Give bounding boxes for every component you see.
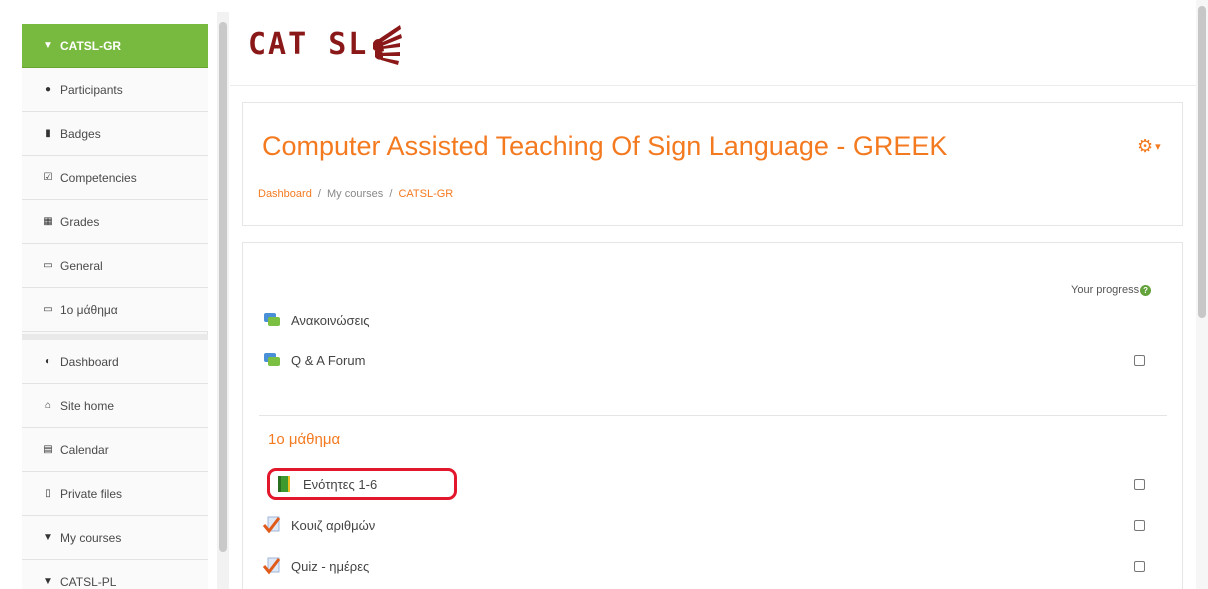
activity-days-quiz[interactable]: Quiz - ημέρες	[263, 554, 369, 578]
sidebar-item-label: CATSL-PL	[60, 574, 117, 589]
sidebar-item-label: Calendar	[60, 442, 109, 457]
graduation-cap-icon: ▼	[43, 532, 53, 543]
sidebar-item-lesson-1[interactable]: ▭ 1ο μάθημα	[22, 288, 208, 332]
checkbox-icon: ☑	[43, 172, 53, 183]
sidebar-item-label: CATSL-GR	[60, 38, 122, 53]
sidebar-item-label: Dashboard	[60, 354, 119, 369]
users-icon: ●	[44, 84, 52, 95]
sidebar-item-label: General	[60, 258, 103, 273]
sidebar-item-catsl-gr[interactable]: ▼ CATSL-GR	[22, 24, 208, 68]
file-icon: ▯	[45, 488, 51, 499]
dashboard-icon: ◐	[44, 356, 52, 367]
sidebar-item-calendar[interactable]: ▤ Calendar	[22, 428, 208, 472]
sidebar-item-label: Grades	[60, 214, 100, 229]
breadcrumb-my-courses[interactable]: My courses	[327, 188, 383, 200]
sidebar-item-label: Private files	[60, 486, 123, 501]
calendar-icon: ▤	[43, 444, 53, 455]
sidebar-item-label: Badges	[60, 126, 101, 141]
shield-icon: ▮	[45, 128, 51, 139]
section-divider	[259, 415, 1167, 416]
sidebar-item-label: Participants	[60, 82, 123, 97]
sidebar-item-my-courses[interactable]: ▼ My courses	[22, 516, 208, 560]
course-content: Your progress ? Ανακοινώσεις Q & A Forum…	[242, 242, 1183, 589]
sidebar-scrollbar-thumb[interactable]	[219, 22, 227, 552]
breadcrumb-dashboard[interactable]: Dashboard	[258, 188, 312, 200]
course-settings-menu[interactable]: ⚙ ▾	[1137, 137, 1161, 155]
sidebar-item-grades[interactable]: ▦ Grades	[22, 200, 208, 244]
sidebar-item-general[interactable]: ▭ General	[22, 244, 208, 288]
activity-label: Quiz - ημέρες	[291, 558, 370, 574]
highlight-annotation	[267, 468, 457, 500]
activity-label: Ανακοινώσεις	[291, 312, 370, 328]
page-scrollbar[interactable]	[1196, 0, 1208, 589]
completion-checkbox[interactable]	[1134, 561, 1145, 572]
hands-logo-icon	[373, 25, 403, 65]
folder-icon: ▭	[43, 260, 53, 271]
breadcrumb-separator: /	[317, 188, 321, 200]
table-icon: ▦	[43, 216, 53, 227]
sidebar-item-badges[interactable]: ▮ Badges	[22, 112, 208, 156]
completion-checkbox[interactable]	[1134, 355, 1145, 366]
sidebar-item-competencies[interactable]: ☑ Competencies	[22, 156, 208, 200]
site-header: CAT SL	[230, 0, 1196, 86]
sidebar-item-label: Competencies	[60, 170, 137, 185]
graduation-cap-icon: ▼	[43, 40, 53, 51]
activity-qa-forum[interactable]: Q & A Forum	[263, 348, 365, 372]
logo-text: CAT SL	[248, 26, 369, 62]
site-logo[interactable]: CAT SL	[248, 14, 404, 74]
home-icon: ⌂	[44, 400, 52, 411]
completion-checkbox[interactable]	[1134, 520, 1145, 531]
activity-label: Κουιζ αριθμών	[291, 517, 376, 533]
activity-numbers-quiz[interactable]: Κουιζ αριθμών	[263, 513, 375, 537]
progress-label: Your progress	[1071, 284, 1140, 296]
sidebar-scrollbar[interactable]	[217, 12, 229, 589]
sidebar-item-site-home[interactable]: ⌂ Site home	[22, 384, 208, 428]
sidebar-item-label: 1ο μάθημα	[60, 302, 118, 317]
graduation-cap-icon: ▼	[43, 576, 53, 587]
sidebar-nav: ▼ CATSL-GR ● Participants ▮ Badges ☑ Com…	[22, 24, 208, 589]
quiz-icon	[263, 516, 281, 534]
breadcrumb-course[interactable]: CATSL-GR	[398, 188, 453, 200]
sidebar-item-label: Site home	[60, 398, 115, 413]
breadcrumb: Dashboard / My courses / CATSL-GR	[258, 188, 453, 200]
activity-announcements[interactable]: Ανακοινώσεις	[263, 308, 370, 332]
help-icon[interactable]: ?	[1140, 284, 1152, 296]
sidebar-item-private-files[interactable]: ▯ Private files	[22, 472, 208, 516]
gear-icon: ⚙	[1137, 136, 1154, 156]
chevron-down-icon: ▾	[1155, 140, 1161, 153]
completion-checkbox[interactable]	[1134, 479, 1145, 490]
forum-icon	[264, 313, 280, 326]
sidebar-item-dashboard[interactable]: ◐ Dashboard	[22, 340, 208, 384]
page-scrollbar-thumb[interactable]	[1198, 6, 1206, 318]
breadcrumb-separator: /	[389, 188, 393, 200]
sidebar-item-catsl-pl[interactable]: ▼ CATSL-PL	[22, 560, 208, 589]
folder-icon: ▭	[43, 304, 53, 315]
sidebar-item-participants[interactable]: ● Participants	[22, 68, 208, 112]
quiz-icon	[263, 557, 281, 575]
section-title[interactable]: 1ο μάθημα	[268, 431, 340, 448]
activity-label: Q & A Forum	[291, 352, 366, 368]
sidebar-item-label: My courses	[60, 530, 122, 545]
page-title: Computer Assisted Teaching Of Sign Langu…	[262, 131, 948, 161]
forum-icon	[264, 353, 280, 366]
progress-header: Your progress ?	[1071, 284, 1152, 296]
course-header: Computer Assisted Teaching Of Sign Langu…	[242, 102, 1183, 226]
